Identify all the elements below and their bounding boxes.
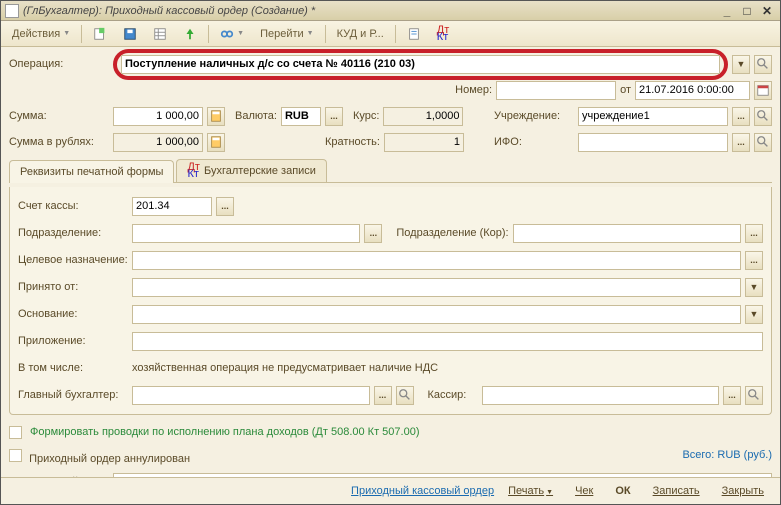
subdivision-kor-field[interactable]	[513, 224, 741, 243]
subdivision-select[interactable]: ...	[364, 224, 382, 243]
ok-button[interactable]: ОК	[607, 482, 638, 500]
purpose-field[interactable]	[132, 251, 741, 270]
amount-rub-calc[interactable]	[207, 133, 225, 152]
goto-menu[interactable]: Перейти▼	[253, 24, 321, 44]
toolbar-btn-post[interactable]	[176, 24, 204, 44]
operation-label: Операция:	[9, 58, 109, 70]
tab-print-form[interactable]: Реквизиты печатной формы	[9, 160, 174, 183]
attachment-label: Приложение:	[18, 335, 128, 347]
toolbar: Действия▼ ▼ Перейти▼ КУД и Р... ДтКт	[1, 21, 780, 47]
subdivision-field[interactable]	[132, 224, 360, 243]
basis-field[interactable]	[132, 305, 741, 324]
cash-account-select[interactable]: ...	[216, 197, 234, 216]
window-title: (ГлБухгалтер): Приходный кассовый ордер …	[23, 5, 716, 17]
amount-rub-label: Сумма в рублях:	[9, 136, 109, 148]
form-entries-checkbox[interactable]	[9, 426, 22, 439]
received-from-dropdown[interactable]: ▼	[745, 278, 763, 297]
check-button[interactable]: Чек	[567, 482, 601, 500]
cashier-search[interactable]	[745, 386, 763, 405]
currency-select[interactable]: ...	[325, 107, 343, 126]
attachment-field[interactable]	[132, 332, 763, 351]
institution-search[interactable]	[754, 107, 772, 126]
tab-bar: Реквизиты печатной формы ДтКтБухгалтерск…	[9, 159, 772, 183]
close-button[interactable]: ✕	[758, 4, 776, 18]
titlebar: (ГлБухгалтер): Приходный кассовый ордер …	[1, 1, 780, 21]
app-window: (ГлБухгалтер): Приходный кассовый ордер …	[0, 0, 781, 505]
close-footer-button[interactable]: Закрыть	[714, 482, 772, 500]
subdivision-label: Подразделение:	[18, 227, 128, 239]
doc-name-link[interactable]: Приходный кассовый ордер	[351, 485, 494, 497]
number-field[interactable]	[496, 81, 616, 100]
maximize-button[interactable]: □	[738, 4, 756, 18]
toolbar-btn-report[interactable]	[400, 24, 428, 44]
purpose-label: Целевое назначение:	[18, 254, 128, 266]
amount-rub-field	[113, 133, 203, 152]
kudir-button[interactable]: КУД и Р...	[330, 24, 391, 44]
content-area: Операция: ▼ Номер: от Сумма: Валюта: ...	[1, 47, 780, 477]
ifo-field[interactable]	[578, 133, 728, 152]
ifo-search[interactable]	[754, 133, 772, 152]
basis-dropdown[interactable]: ▼	[745, 305, 763, 324]
from-label: от	[620, 84, 631, 96]
cash-account-label: Счет кассы:	[18, 200, 128, 212]
toolbar-btn-spreadsheet[interactable]	[146, 24, 174, 44]
rate-label: Курс:	[353, 110, 379, 122]
rate-field	[383, 107, 463, 126]
chief-accountant-search[interactable]	[396, 386, 414, 405]
amount-calc-button[interactable]	[207, 107, 225, 126]
institution-label: Учреждение:	[494, 110, 574, 122]
chief-accountant-select[interactable]: ...	[374, 386, 392, 405]
chief-accountant-field[interactable]	[132, 386, 370, 405]
currency-field[interactable]	[281, 107, 321, 126]
annulled-checkbox[interactable]	[9, 449, 22, 462]
received-from-field[interactable]	[132, 278, 741, 297]
amount-field[interactable]	[113, 107, 203, 126]
save-button[interactable]: Записать	[645, 482, 708, 500]
minimize-button[interactable]: _	[718, 4, 736, 18]
toolbar-btn-save[interactable]	[116, 24, 144, 44]
toolbar-btn-dk[interactable]: ДтКт	[430, 24, 457, 44]
including-label: В том числе:	[18, 362, 128, 374]
cashier-field[interactable]	[482, 386, 720, 405]
tab-panel: Счет кассы: ... Подразделение: ... Подра…	[9, 187, 772, 415]
multiplicity-field	[384, 133, 464, 152]
cashier-label: Кассир:	[428, 389, 478, 401]
actions-menu[interactable]: Действия▼	[5, 24, 77, 44]
form-entries-label: Формировать проводки по исполнению плана…	[30, 426, 420, 438]
number-label: Номер:	[455, 84, 492, 96]
subdivision-kor-select[interactable]: ...	[745, 224, 763, 243]
operation-search[interactable]	[754, 55, 772, 74]
toolbar-btn-link[interactable]: ▼	[213, 24, 251, 44]
ifo-select[interactable]: ...	[732, 133, 750, 152]
received-from-label: Принято от:	[18, 281, 128, 293]
currency-label: Валюта:	[235, 110, 277, 122]
date-picker-button[interactable]	[754, 81, 772, 100]
amount-label: Сумма:	[9, 110, 109, 122]
tab-entries[interactable]: ДтКтБухгалтерские записи	[176, 159, 326, 182]
annulled-label: Приходный ордер аннулирован	[29, 453, 190, 465]
total-value: RUB (руб.)	[717, 449, 772, 461]
vat-note: хозяйственная операция не предусматривае…	[132, 362, 438, 374]
print-button[interactable]: Печать▼	[500, 482, 561, 500]
cashier-select[interactable]: ...	[723, 386, 741, 405]
operation-dropdown[interactable]: ▼	[732, 55, 750, 74]
institution-field[interactable]	[578, 107, 728, 126]
ifo-label: ИФО:	[494, 136, 574, 148]
operation-highlight	[113, 49, 728, 80]
multiplicity-label: Кратность:	[325, 136, 380, 148]
chief-accountant-label: Главный бухгалтер:	[18, 389, 128, 401]
app-icon	[5, 4, 19, 18]
date-field[interactable]	[635, 81, 750, 100]
total-label: Всего:	[682, 449, 714, 461]
cash-account-field[interactable]	[132, 197, 212, 216]
institution-select[interactable]: ...	[732, 107, 750, 126]
basis-label: Основание:	[18, 308, 128, 320]
subdivision-kor-label: Подразделение (Кор):	[396, 227, 508, 239]
purpose-select[interactable]: ...	[745, 251, 763, 270]
footer: Приходный кассовый ордер Печать▼ Чек ОК …	[1, 477, 780, 504]
toolbar-btn-new[interactable]	[86, 24, 114, 44]
operation-field[interactable]	[121, 55, 720, 74]
